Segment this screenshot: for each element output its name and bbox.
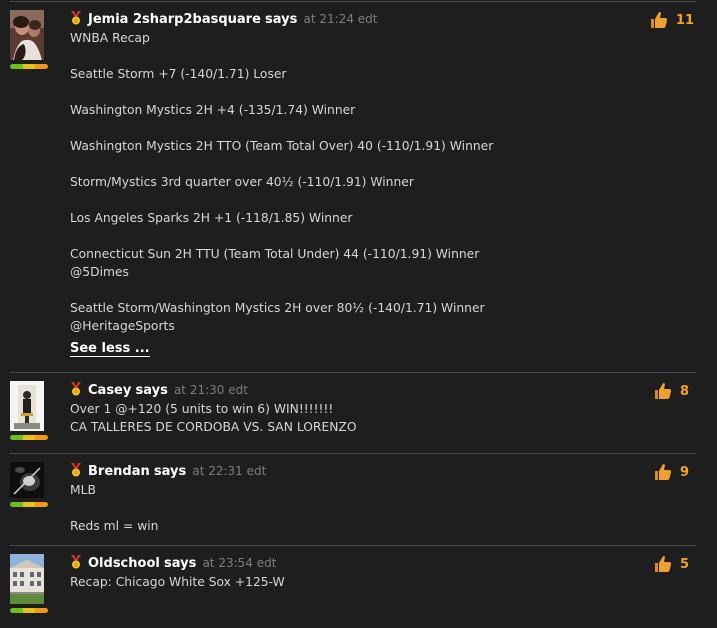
see-less-link[interactable]: See less ... xyxy=(70,341,150,357)
user-rating-bar xyxy=(10,64,48,69)
comment-body: Over 1 @+120 (5 units to win 6) WIN!!!!!… xyxy=(70,400,630,436)
comment-line: Washington Mystics 2H +4 (-135/1.74) Win… xyxy=(70,103,356,117)
timestamp: at 22:31 edt xyxy=(192,464,267,478)
medal-icon xyxy=(71,463,81,477)
comment-header: Brendan says at 22:31 edt xyxy=(70,462,630,481)
avatar-photo-icon xyxy=(10,381,44,431)
comment-line: Storm/Mystics 3rd quarter over 40½ (-110… xyxy=(70,175,414,189)
like-button[interactable]: 5 xyxy=(653,554,694,574)
timestamp: at 21:24 edt xyxy=(303,12,378,26)
comment-content: Brendan says at 22:31 edt MLB Reds ml = … xyxy=(70,462,630,535)
like-count: 5 xyxy=(680,556,690,572)
avatar-photo-icon xyxy=(10,462,44,498)
user-avatar-block[interactable] xyxy=(10,554,54,613)
comment-line: Recap: Chicago White Sox +125-W xyxy=(70,575,285,589)
author-name[interactable]: Jemia 2sharp2basquare xyxy=(88,12,261,27)
avatar-photo-icon xyxy=(10,554,44,604)
medal-icon xyxy=(71,11,81,25)
comment-post: Brendan says at 22:31 edt MLB Reds ml = … xyxy=(10,462,696,546)
like-count: 9 xyxy=(680,464,690,480)
author-name[interactable]: Brendan xyxy=(88,464,150,479)
like-count: 8 xyxy=(680,383,690,399)
says-label: says xyxy=(265,12,298,27)
comment-content: Jemia 2sharp2basquare says at 21:24 edt … xyxy=(70,10,630,357)
like-button[interactable]: 8 xyxy=(653,381,694,401)
comment-post: Oldschool says at 23:54 edt Recap: Chica… xyxy=(10,554,696,624)
user-avatar-block[interactable] xyxy=(10,381,54,440)
user-avatar-block[interactable] xyxy=(10,10,54,69)
comment-body: MLB Reds ml = win xyxy=(70,481,630,535)
user-rating-bar xyxy=(10,435,48,440)
comment-line: Washington Mystics 2H TTO (Team Total Ov… xyxy=(70,139,494,153)
comment-line: Over 1 @+120 (5 units to win 6) WIN!!!!!… xyxy=(70,402,334,416)
timestamp: at 21:30 edt xyxy=(173,383,248,397)
user-avatar-block[interactable] xyxy=(10,462,54,507)
comment-line: MLB xyxy=(70,483,96,497)
comment-body: WNBA Recap Seattle Storm +7 (-140/1.71) … xyxy=(70,29,630,335)
comment-line: Reds ml = win xyxy=(70,519,159,533)
avatar[interactable] xyxy=(10,462,44,498)
like-count: 11 xyxy=(675,12,694,28)
user-rating-bar xyxy=(10,502,48,507)
comment-line: WNBA Recap xyxy=(70,31,150,45)
says-label: says xyxy=(135,383,168,398)
post-divider xyxy=(10,453,696,454)
avatar[interactable] xyxy=(10,381,44,431)
avatar-photo-icon xyxy=(10,10,44,60)
comment-header: Oldschool says at 23:54 edt xyxy=(70,554,630,573)
avatar[interactable] xyxy=(10,554,44,604)
comment-content: Casey says at 21:30 edt Over 1 @+120 (5 … xyxy=(70,381,630,436)
thumbs-up-icon xyxy=(655,556,672,572)
comment-header: Casey says at 21:30 edt xyxy=(70,381,630,400)
comment-line: CA TALLERES DE CORDOBA VS. SAN LORENZO xyxy=(70,420,357,434)
comment-post: Casey says at 21:30 edt Over 1 @+120 (5 … xyxy=(10,381,696,454)
comment-line: Connecticut Sun 2H TTU (Team Total Under… xyxy=(70,247,480,261)
author-name[interactable]: Oldschool xyxy=(88,556,160,571)
like-button[interactable]: 11 xyxy=(649,10,694,30)
comment-header: Jemia 2sharp2basquare says at 21:24 edt xyxy=(70,10,630,29)
medal-icon xyxy=(71,382,81,396)
comment-line: Seattle Storm +7 (-140/1.71) Loser xyxy=(70,67,287,81)
comment-content: Oldschool says at 23:54 edt Recap: Chica… xyxy=(70,554,630,591)
thumbs-up-icon xyxy=(650,12,668,28)
timestamp: at 23:54 edt xyxy=(202,556,277,570)
says-label: says xyxy=(163,556,197,571)
comment-line: @5Dimes xyxy=(70,265,129,279)
comment-line: Los Angeles Sparks 2H +1 (-118/1.85) Win… xyxy=(70,211,353,225)
says-label: says xyxy=(153,464,187,479)
thumbs-up-icon xyxy=(655,464,672,480)
top-divider xyxy=(10,1,696,2)
post-divider xyxy=(10,372,696,373)
avatar[interactable] xyxy=(10,10,44,60)
like-button[interactable]: 9 xyxy=(653,462,694,482)
comment-line: Seattle Storm/Washington Mystics 2H over… xyxy=(70,301,485,315)
medal-icon xyxy=(71,555,81,569)
post-divider xyxy=(10,545,696,546)
comment-post: Jemia 2sharp2basquare says at 21:24 edt … xyxy=(10,10,696,373)
thumbs-up-icon xyxy=(655,383,672,399)
comment-line: @HeritageSports xyxy=(70,319,175,333)
user-rating-bar xyxy=(10,608,48,613)
author-name[interactable]: Casey xyxy=(88,383,131,398)
comment-body: Recap: Chicago White Sox +125-W xyxy=(70,573,630,591)
